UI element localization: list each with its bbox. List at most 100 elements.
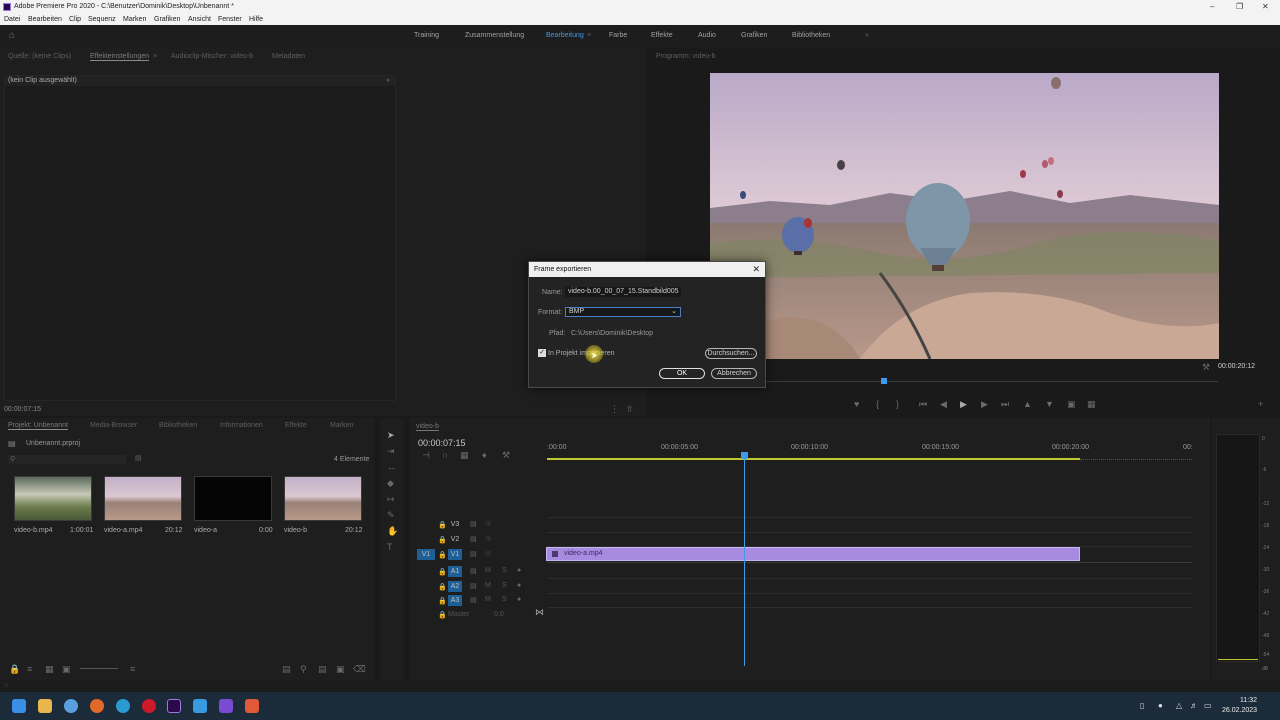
firefox-icon[interactable] xyxy=(90,699,104,713)
eye-icon[interactable]: ☉ xyxy=(485,550,491,558)
go-to-out-icon[interactable]: ⏭ xyxy=(1001,399,1009,410)
sync-lock-icon[interactable]: ▤ xyxy=(470,582,477,590)
home-icon[interactable]: ⌂ xyxy=(9,25,15,47)
workspace-training[interactable]: Training xyxy=(414,25,439,47)
microphone-icon[interactable]: ● xyxy=(517,596,521,603)
workspace-effekte[interactable]: Effekte xyxy=(651,25,673,47)
notepad-icon[interactable] xyxy=(193,699,207,713)
export-frame-icon[interactable]: ▣ xyxy=(1067,399,1076,410)
list-view-icon[interactable]: ≡ xyxy=(27,664,32,674)
timeline-timecode[interactable]: 00:00:07:15 xyxy=(418,438,466,448)
program-monitor-tab[interactable]: Programm: video-b xyxy=(656,53,716,60)
workspace-bearbeitung[interactable]: Bearbeitung xyxy=(546,25,584,47)
razor-icon[interactable]: ◆ xyxy=(387,478,394,489)
snap-icon[interactable]: ∩ xyxy=(442,450,448,460)
thumbnail-video-a-sequence[interactable] xyxy=(194,476,272,521)
track-label-a1[interactable]: A1 xyxy=(448,566,462,577)
cloud-icon[interactable] xyxy=(64,699,78,713)
track-label-a2[interactable]: A2 xyxy=(448,581,462,592)
browse-button[interactable]: Durchsuchen... xyxy=(705,348,757,359)
name-input[interactable]: video-b.00_00_07_15.Standbild005 xyxy=(565,287,681,297)
menu-fenster[interactable]: Fenster xyxy=(218,14,242,25)
workspace-menu-icon[interactable]: ≡ xyxy=(587,25,591,47)
pen-icon[interactable]: ✎ xyxy=(387,510,395,521)
mute-icon[interactable]: M xyxy=(485,567,491,574)
volume-icon[interactable]: ♬ xyxy=(1190,701,1198,710)
sync-lock-icon[interactable]: ▤ xyxy=(470,535,477,543)
freeform-view-icon[interactable]: ▣ xyxy=(62,664,71,675)
solo-icon[interactable]: S xyxy=(502,582,507,589)
tab-source[interactable]: Quelle: (keine Clips) xyxy=(8,53,71,60)
timeline-playhead-line[interactable] xyxy=(744,458,745,666)
windows-start-icon[interactable] xyxy=(12,699,26,713)
timeline-settings-icon[interactable]: ⚒ xyxy=(502,450,510,461)
linked-selection-icon[interactable]: ▦ xyxy=(460,450,469,461)
format-select[interactable]: BMP ⌄ xyxy=(565,307,681,317)
menu-marken[interactable]: Marken xyxy=(123,14,146,25)
tab-media-browser[interactable]: Media-Browser xyxy=(90,422,137,429)
track-select-icon[interactable]: ⇥ xyxy=(387,446,395,457)
sort-icon[interactable]: ≡ xyxy=(130,664,135,674)
menu-ansicht[interactable]: Ansicht xyxy=(188,14,211,25)
workspace-bibliotheken[interactable]: Bibliotheken xyxy=(792,25,830,47)
lift-icon[interactable]: ▲ xyxy=(1023,399,1032,409)
restore-icon[interactable]: ❐ xyxy=(1236,0,1243,14)
microphone-icon[interactable]: ● xyxy=(517,567,521,574)
ok-button[interactable]: OK xyxy=(659,368,705,379)
trash-icon[interactable]: ⌫ xyxy=(353,664,366,675)
mark-out-icon[interactable]: } xyxy=(896,399,899,409)
new-bin-bottom-icon[interactable]: ▤ xyxy=(318,664,327,675)
tab-libraries[interactable]: Bibliotheken xyxy=(159,422,197,429)
file-explorer-icon[interactable] xyxy=(38,699,52,713)
eye-icon[interactable]: ☉ xyxy=(485,535,491,543)
program-playhead[interactable] xyxy=(881,378,887,384)
thumbnail-video-a-mp4[interactable] xyxy=(104,476,182,521)
edge-icon[interactable] xyxy=(116,699,130,713)
opera-icon[interactable] xyxy=(142,699,156,713)
tab-effect-controls[interactable]: Effekteinstellungen xyxy=(90,53,150,61)
premiere-taskbar-icon[interactable] xyxy=(167,699,181,713)
compare-icon[interactable]: ▦ xyxy=(1087,399,1096,410)
solo-icon[interactable]: S xyxy=(502,567,507,574)
nest-icon[interactable]: ⊣ xyxy=(422,450,430,461)
mute-icon[interactable]: M xyxy=(485,596,491,603)
add-button-icon[interactable]: + xyxy=(1258,399,1263,409)
mark-in-icon[interactable]: { xyxy=(876,399,879,409)
mute-icon[interactable]: M xyxy=(485,582,491,589)
tab-markers[interactable]: Marken xyxy=(330,422,353,429)
lock-icon[interactable]: 🔒 xyxy=(9,664,20,675)
program-scrub-bar[interactable] xyxy=(712,381,1218,382)
new-bin-icon[interactable]: ▤ xyxy=(135,454,142,462)
lock-icon[interactable]: 🔒 xyxy=(438,568,447,576)
lock-icon[interactable]: 🔒 xyxy=(438,536,447,544)
wifi-icon[interactable]: △ xyxy=(1176,701,1182,710)
app-icon[interactable] xyxy=(219,699,233,713)
go-to-in-icon[interactable]: ⏮ xyxy=(919,399,927,410)
menu-bearbeiten[interactable]: Bearbeiten xyxy=(28,14,62,25)
timeline-tab[interactable]: video-b xyxy=(416,423,439,431)
thumbnail-video-b-mp4[interactable] xyxy=(14,476,92,521)
workspace-grafiken[interactable]: Grafiken xyxy=(741,25,767,47)
sync-lock-icon[interactable]: ▤ xyxy=(470,596,477,604)
close-icon[interactable]: ✕ xyxy=(1262,0,1269,14)
tab-info[interactable]: Informationen xyxy=(220,422,263,429)
microphone-tray-icon[interactable]: ● xyxy=(1158,701,1163,710)
find-icon[interactable]: ⚲ xyxy=(300,664,307,675)
source-patch-v1[interactable]: V1 xyxy=(417,549,435,560)
track-label-v2[interactable]: V2 xyxy=(448,534,462,545)
clock-date[interactable]: 26.02.2023 xyxy=(1222,707,1257,714)
extract-icon[interactable]: ▼ xyxy=(1045,399,1054,409)
minimize-icon[interactable]: – xyxy=(1210,0,1214,14)
play-icon[interactable]: ▶ xyxy=(960,399,967,410)
menu-clip[interactable]: Clip xyxy=(69,14,81,25)
item-name[interactable]: video-a.mp4 xyxy=(104,527,143,534)
slip-icon[interactable]: ↦ xyxy=(387,494,395,505)
canva-icon[interactable] xyxy=(245,699,259,713)
menu-datei[interactable]: Datei xyxy=(4,14,20,25)
lock-icon[interactable]: 🔒 xyxy=(438,583,447,591)
menu-sequenz[interactable]: Sequenz xyxy=(88,14,116,25)
lock-icon[interactable]: 🔒 xyxy=(438,597,447,605)
sync-lock-icon[interactable]: ▤ xyxy=(470,520,477,528)
battery-icon[interactable]: ▯ xyxy=(1140,701,1144,710)
search-input[interactable]: ⚲ xyxy=(8,455,126,464)
